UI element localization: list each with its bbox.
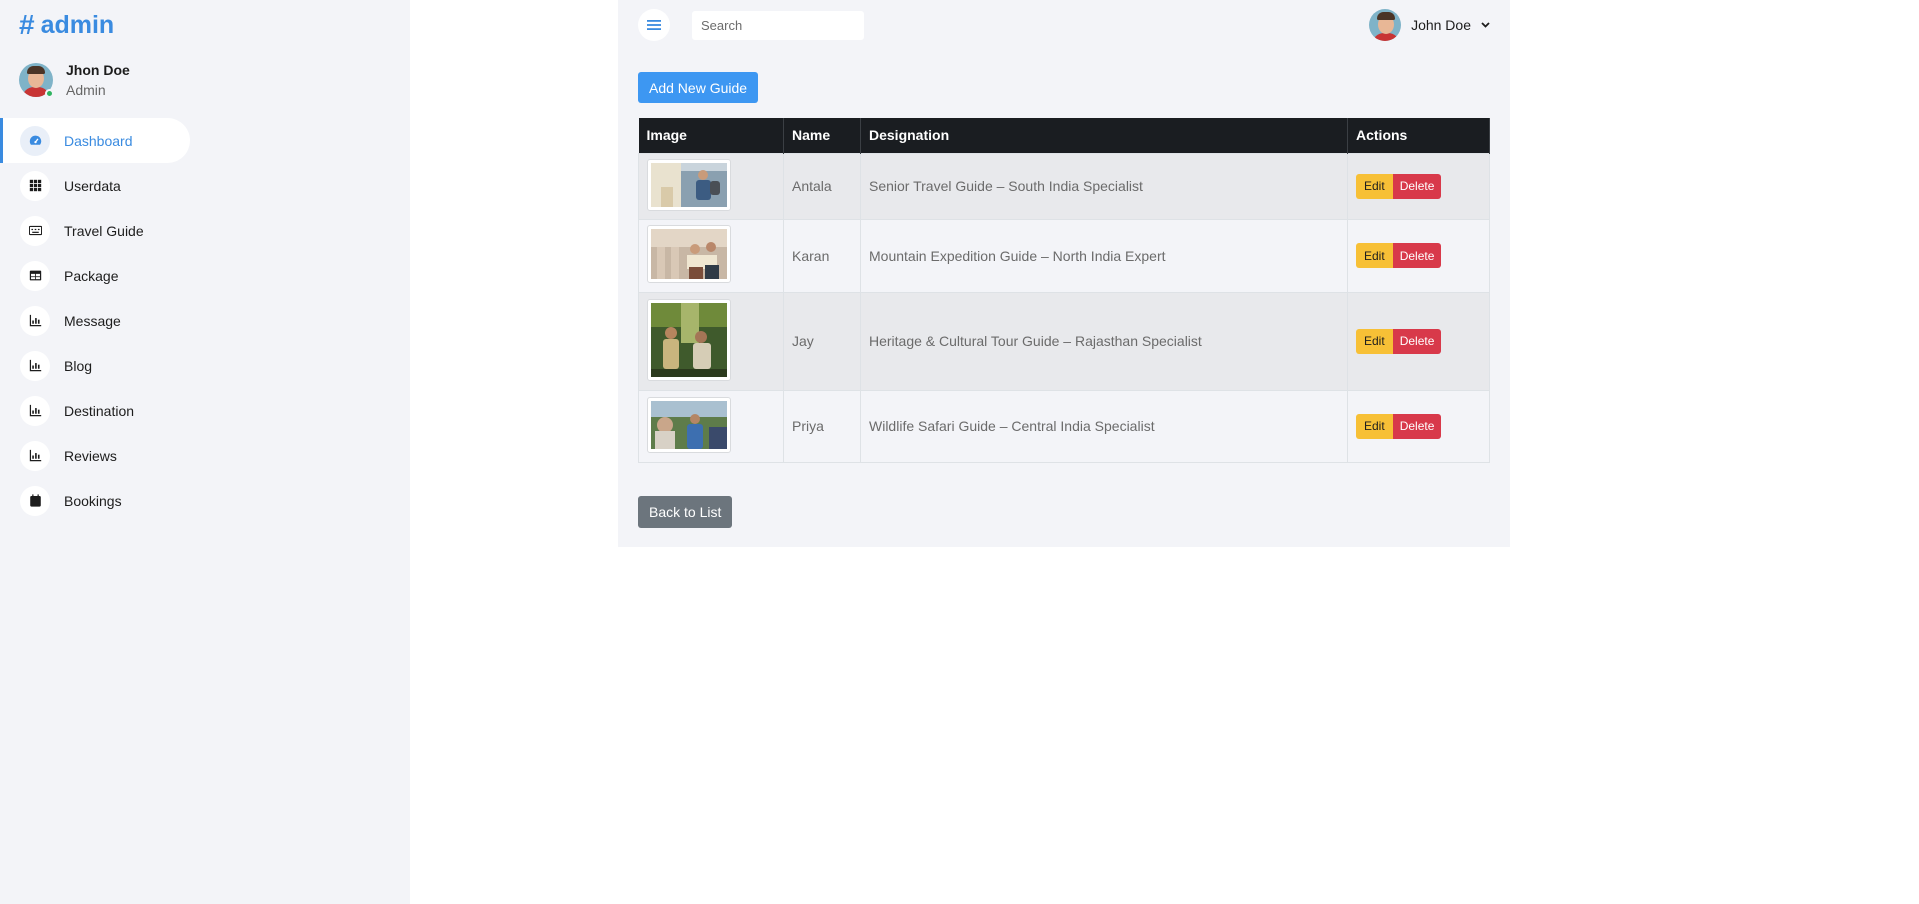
edit-button[interactable]: Edit (1356, 173, 1393, 199)
guide-designation: Senior Travel Guide – South India Specia… (860, 152, 1348, 220)
edit-button[interactable]: Edit (1356, 328, 1393, 354)
sidebar-nav: Dashboard Userdata Travel Guide Package … (0, 118, 190, 523)
actions-cell: Edit Delete (1347, 152, 1490, 220)
guide-name: Antala (783, 152, 861, 220)
add-guide-button[interactable]: Add New Guide (638, 72, 759, 103)
sidebar-profile: Jhon Doe Admin (19, 62, 130, 98)
avatar (1369, 9, 1402, 41)
delete-button[interactable]: Delete (1392, 173, 1442, 199)
guide-photo (647, 225, 731, 283)
sidebar-item-label: Travel Guide (64, 222, 144, 239)
sidebar-item-reviews[interactable]: Reviews (0, 433, 190, 478)
profile-name: Jhon Doe (66, 62, 130, 78)
sidebar-item-label: Destination (64, 402, 135, 419)
actions-cell: Edit Delete (1347, 218, 1490, 293)
search-input[interactable] (692, 11, 864, 40)
main-content: John Doe Add New Guide Image Name Design… (618, 0, 1510, 547)
bar-chart-icon (20, 350, 50, 381)
sidebar-item-blog[interactable]: Blog (0, 343, 190, 388)
delete-button[interactable]: Delete (1392, 328, 1442, 354)
image-cell (638, 218, 784, 293)
column-header-designation: Designation (860, 118, 1348, 153)
sidebar-item-bookings[interactable]: Bookings (0, 478, 190, 523)
keyboard-icon (20, 215, 50, 246)
hamburger-icon (647, 20, 661, 30)
sidebar-item-label: Dashboard (64, 132, 133, 149)
sidebar-item-label: Blog (64, 357, 93, 374)
sidebar-item-travel-guide[interactable]: Travel Guide (0, 208, 190, 253)
user-menu[interactable]: John Doe (1369, 9, 1490, 41)
topbar: John Doe (638, 9, 1490, 41)
guide-name: Karan (783, 218, 861, 293)
actions-cell: Edit Delete (1347, 291, 1490, 391)
image-cell (638, 291, 784, 391)
brand-name: admin (40, 10, 115, 39)
table-row: Priya Wildlife Safari Guide – Central In… (638, 389, 1490, 463)
actions-cell: Edit Delete (1347, 389, 1490, 463)
sidebar-item-userdata[interactable]: Userdata (0, 163, 190, 208)
table-row: Antala Senior Travel Guide – South India… (638, 152, 1490, 220)
column-header-actions: Actions (1347, 118, 1490, 153)
edit-button[interactable]: Edit (1356, 243, 1393, 268)
sidebar-item-label: Userdata (64, 177, 121, 194)
column-header-name: Name (783, 118, 861, 153)
online-status-icon (45, 89, 54, 98)
column-header-image: Image (638, 118, 784, 153)
table-header-row: Image Name Designation Actions (638, 118, 1490, 153)
calendar-icon (20, 485, 50, 516)
sidebar-item-message[interactable]: Message (0, 298, 190, 343)
sidebar-item-dashboard[interactable]: Dashboard (0, 118, 190, 163)
image-cell (638, 152, 784, 220)
brand-logo[interactable]: # admin (19, 9, 114, 41)
grid-icon (20, 170, 50, 201)
delete-button[interactable]: Delete (1392, 413, 1442, 439)
guide-designation: Mountain Expedition Guide – North India … (860, 218, 1348, 293)
menu-toggle-button[interactable] (638, 9, 670, 41)
hash-icon: # (19, 9, 35, 40)
guide-name: Priya (783, 389, 861, 463)
sidebar-item-label: Reviews (64, 447, 117, 464)
guide-designation: Wildlife Safari Guide – Central India Sp… (860, 389, 1348, 463)
sidebar: # admin Jhon Doe Admin Dashboard Userdat… (0, 0, 410, 904)
guide-photo (647, 298, 731, 381)
user-name: John Doe (1411, 17, 1471, 33)
table-row: Jay Heritage & Cultural Tour Guide – Raj… (638, 291, 1490, 391)
edit-button[interactable]: Edit (1356, 413, 1393, 439)
guide-photo (647, 396, 731, 453)
sidebar-item-label: Message (64, 312, 121, 329)
image-cell (638, 389, 784, 463)
sidebar-item-label: Package (64, 267, 119, 284)
guide-photo (647, 158, 731, 211)
bar-chart-icon (20, 395, 50, 426)
guide-designation: Heritage & Cultural Tour Guide – Rajasth… (860, 291, 1348, 391)
sidebar-item-package[interactable]: Package (0, 253, 190, 298)
guide-name: Jay (783, 291, 861, 391)
guides-table: Image Name Designation Actions Antala Se… (638, 118, 1490, 463)
sidebar-item-label: Bookings (64, 492, 122, 509)
bar-chart-icon (20, 440, 50, 471)
chevron-down-icon (1481, 22, 1490, 28)
sidebar-item-destination[interactable]: Destination (0, 388, 190, 433)
bar-chart-icon (20, 305, 50, 336)
profile-role: Admin (66, 82, 106, 98)
speedometer-icon (20, 125, 50, 156)
table-row: Karan Mountain Expedition Guide – North … (638, 218, 1490, 293)
table-icon (20, 260, 50, 291)
delete-button[interactable]: Delete (1392, 243, 1442, 268)
back-to-list-button[interactable]: Back to List (638, 496, 733, 528)
